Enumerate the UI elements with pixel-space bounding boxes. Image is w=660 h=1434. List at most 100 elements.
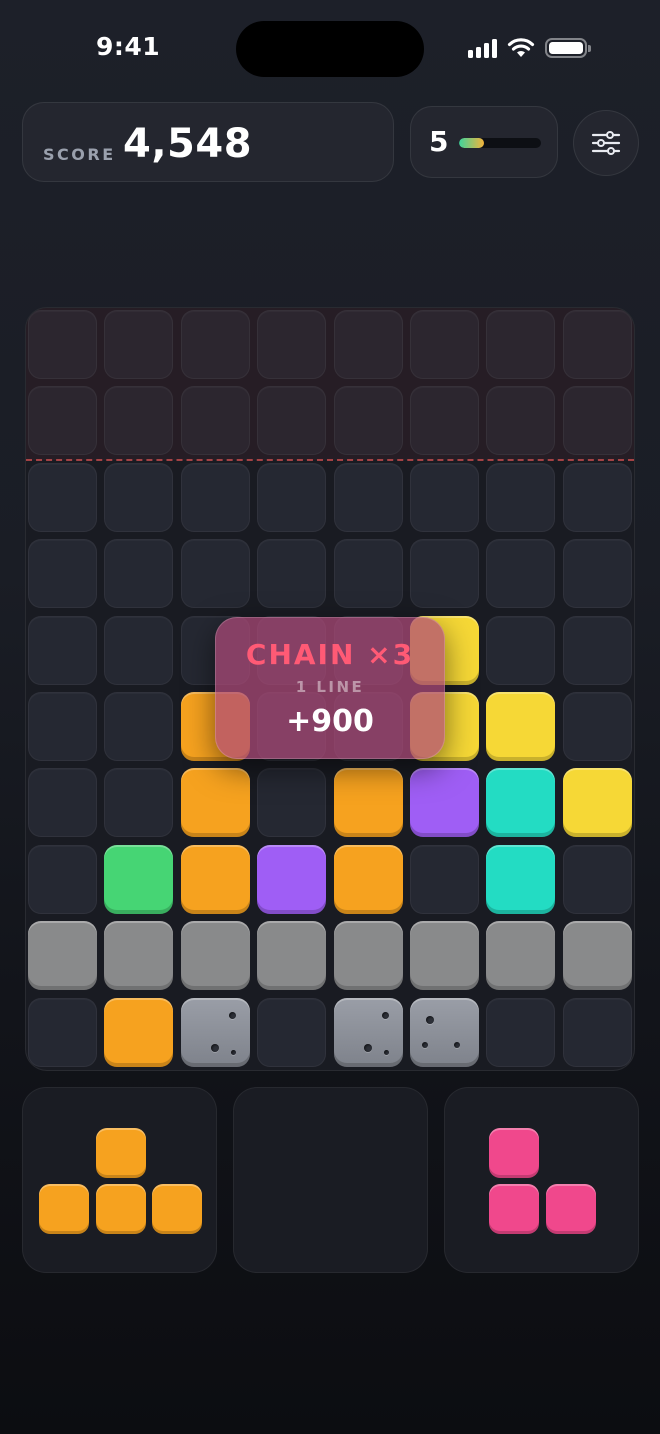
- board-block-orange[interactable]: [104, 997, 174, 1067]
- board-cell-empty[interactable]: [28, 539, 97, 609]
- board-cell-empty[interactable]: [104, 692, 174, 761]
- board-cell-empty[interactable]: [257, 768, 327, 838]
- board-cell-empty[interactable]: [257, 386, 327, 456]
- board-cell-empty[interactable]: [28, 615, 97, 685]
- board-cell-empty[interactable]: [28, 692, 97, 761]
- board-cell-empty[interactable]: [486, 615, 556, 685]
- board-cell-empty[interactable]: [257, 462, 327, 532]
- tray-block: [545, 1184, 596, 1235]
- board-cell-empty[interactable]: [486, 462, 556, 532]
- board-block-gray[interactable]: [180, 921, 250, 991]
- board-cell-empty[interactable]: [562, 615, 632, 685]
- board-block-stone[interactable]: [180, 997, 250, 1067]
- board-cell-empty[interactable]: [333, 462, 403, 532]
- tray-piece-pink[interactable]: [489, 1127, 596, 1235]
- board-cell-empty[interactable]: [562, 310, 632, 379]
- board-block-teal[interactable]: [486, 844, 556, 914]
- board-block-gray[interactable]: [486, 921, 556, 991]
- board-cell-empty[interactable]: [562, 539, 632, 609]
- board-cell-empty[interactable]: [104, 462, 174, 532]
- board-block-yellow[interactable]: [486, 692, 556, 761]
- board-cell-empty[interactable]: [180, 462, 250, 532]
- dynamic-island: [236, 21, 424, 77]
- board-cell-empty[interactable]: [257, 539, 327, 609]
- board-block-orange[interactable]: [180, 844, 250, 914]
- board-cell-empty[interactable]: [562, 692, 632, 761]
- board-cell-empty[interactable]: [28, 310, 97, 379]
- board-block-orange[interactable]: [180, 768, 250, 838]
- tray-block: [95, 1127, 146, 1178]
- board-block-orange[interactable]: [333, 768, 403, 838]
- stone-hole: [381, 1011, 389, 1019]
- settings-button[interactable]: [573, 110, 639, 176]
- board-cell-empty[interactable]: [562, 997, 632, 1067]
- board-cell-empty[interactable]: [180, 310, 250, 379]
- stone-hole: [230, 1049, 236, 1055]
- board-cell-empty[interactable]: [104, 310, 174, 379]
- board-cell-empty[interactable]: [562, 844, 632, 914]
- stone-hole: [210, 1043, 219, 1052]
- board-block-purple[interactable]: [410, 768, 479, 838]
- game-screen: 9:41 SCORE 4,548 5 CHAIN ×3 1 LINE +900: [0, 0, 660, 1434]
- cellular-signal-icon: [468, 38, 497, 58]
- board-cell-empty[interactable]: [28, 997, 97, 1067]
- board-cell-empty[interactable]: [486, 997, 556, 1067]
- board-cell-empty[interactable]: [28, 768, 97, 838]
- board-cell-empty[interactable]: [410, 844, 479, 914]
- board-cell-empty[interactable]: [104, 615, 174, 685]
- board-block-stone[interactable]: [410, 997, 479, 1067]
- level-progress-fill: [459, 138, 484, 148]
- board-cell-empty[interactable]: [562, 386, 632, 456]
- board-cell-empty[interactable]: [28, 386, 97, 456]
- board-block-green[interactable]: [104, 844, 174, 914]
- tray-block: [39, 1184, 89, 1235]
- score-card: SCORE 4,548: [22, 102, 394, 182]
- danger-line: [26, 459, 634, 461]
- level-card: 5: [410, 106, 558, 178]
- chain-points: +900: [286, 704, 374, 739]
- board-block-stone[interactable]: [333, 997, 403, 1067]
- board-cell-empty[interactable]: [257, 310, 327, 379]
- board-cell-empty[interactable]: [333, 539, 403, 609]
- stone-hole: [363, 1043, 372, 1052]
- board-cell-empty[interactable]: [104, 386, 174, 456]
- board-cell-empty[interactable]: [410, 462, 479, 532]
- board-cell-empty[interactable]: [486, 539, 556, 609]
- board-cell-empty[interactable]: [410, 539, 479, 609]
- board-cell-empty[interactable]: [104, 539, 174, 609]
- tray-block: [489, 1127, 540, 1178]
- board-cell-empty[interactable]: [104, 768, 174, 838]
- chain-subtitle: 1 LINE: [295, 678, 365, 696]
- tray-block: [489, 1184, 540, 1235]
- board-block-yellow[interactable]: [562, 768, 632, 838]
- tray-slot-1[interactable]: [22, 1087, 217, 1273]
- board-block-gray[interactable]: [410, 921, 479, 991]
- board-block-gray[interactable]: [333, 921, 403, 991]
- board-block-gray[interactable]: [28, 921, 97, 991]
- board-block-gray[interactable]: [257, 921, 327, 991]
- level-number: 5: [429, 125, 449, 158]
- board-cell-empty[interactable]: [28, 462, 97, 532]
- chain-title: CHAIN ×3: [245, 638, 415, 671]
- board-block-purple[interactable]: [257, 844, 327, 914]
- tray-piece-orange[interactable]: [39, 1127, 202, 1235]
- board-cell-empty[interactable]: [486, 386, 556, 456]
- battery-icon: [545, 38, 591, 58]
- tray-block: [152, 1184, 202, 1235]
- board-cell-empty[interactable]: [257, 997, 327, 1067]
- board-block-teal[interactable]: [486, 768, 556, 838]
- board-block-gray[interactable]: [104, 921, 174, 991]
- board-cell-empty[interactable]: [562, 462, 632, 532]
- board-cell-empty[interactable]: [410, 310, 479, 379]
- board-cell-empty[interactable]: [180, 539, 250, 609]
- board-cell-empty[interactable]: [28, 844, 97, 914]
- board-block-orange[interactable]: [333, 844, 403, 914]
- board-cell-empty[interactable]: [333, 386, 403, 456]
- board-cell-empty[interactable]: [180, 386, 250, 456]
- tray-slot-2[interactable]: [233, 1087, 428, 1273]
- board-cell-empty[interactable]: [410, 386, 479, 456]
- tray-slot-3[interactable]: [444, 1087, 639, 1273]
- board-cell-empty[interactable]: [486, 310, 556, 379]
- board-cell-empty[interactable]: [333, 310, 403, 379]
- board-block-gray[interactable]: [562, 921, 632, 991]
